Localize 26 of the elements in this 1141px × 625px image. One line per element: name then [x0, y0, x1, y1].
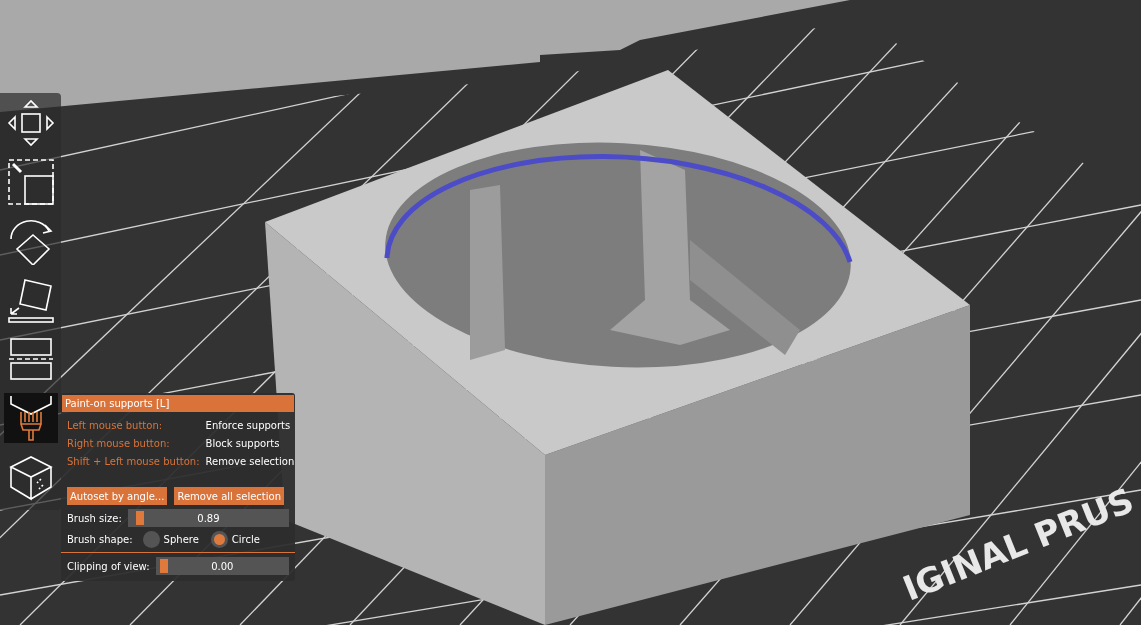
3d-viewport-drawing[interactable]	[0, 0, 1141, 625]
move-arrows-icon	[6, 99, 55, 147]
slider-handle[interactable]	[159, 559, 168, 573]
binding-action: Enforce supports	[205, 419, 292, 433]
binding-action: Block supports	[205, 437, 281, 451]
radio-button[interactable]	[210, 531, 228, 548]
binding-label: Left mouse button:	[67, 419, 164, 433]
brush-shape-label: Brush shape:	[67, 533, 133, 547]
binding-label: Right mouse button:	[67, 437, 171, 451]
panel-title: Paint-on supports [L]	[62, 395, 294, 412]
brush-size-label: Brush size:	[67, 511, 122, 526]
binding-label: Shift + Left mouse button:	[67, 455, 200, 469]
lay-on-face-icon	[6, 276, 55, 324]
cut-plane-icon	[6, 335, 55, 383]
clipping-label: Clipping of view:	[67, 559, 150, 574]
radio-option[interactable]: Circle	[210, 531, 260, 548]
slider-field[interactable]: 0.89	[127, 509, 289, 527]
radio-option[interactable]: Sphere	[142, 531, 199, 548]
slider-value: 0.89	[197, 511, 220, 526]
slider-field[interactable]: 0.00	[155, 557, 289, 575]
slider-value: 0.00	[211, 559, 234, 574]
scale-squares-icon	[6, 158, 55, 206]
slider-handle[interactable]	[136, 511, 145, 525]
tool-button[interactable]	[3, 393, 58, 443]
binding-action: Remove selection	[205, 455, 295, 469]
radio-button[interactable]	[142, 531, 160, 548]
